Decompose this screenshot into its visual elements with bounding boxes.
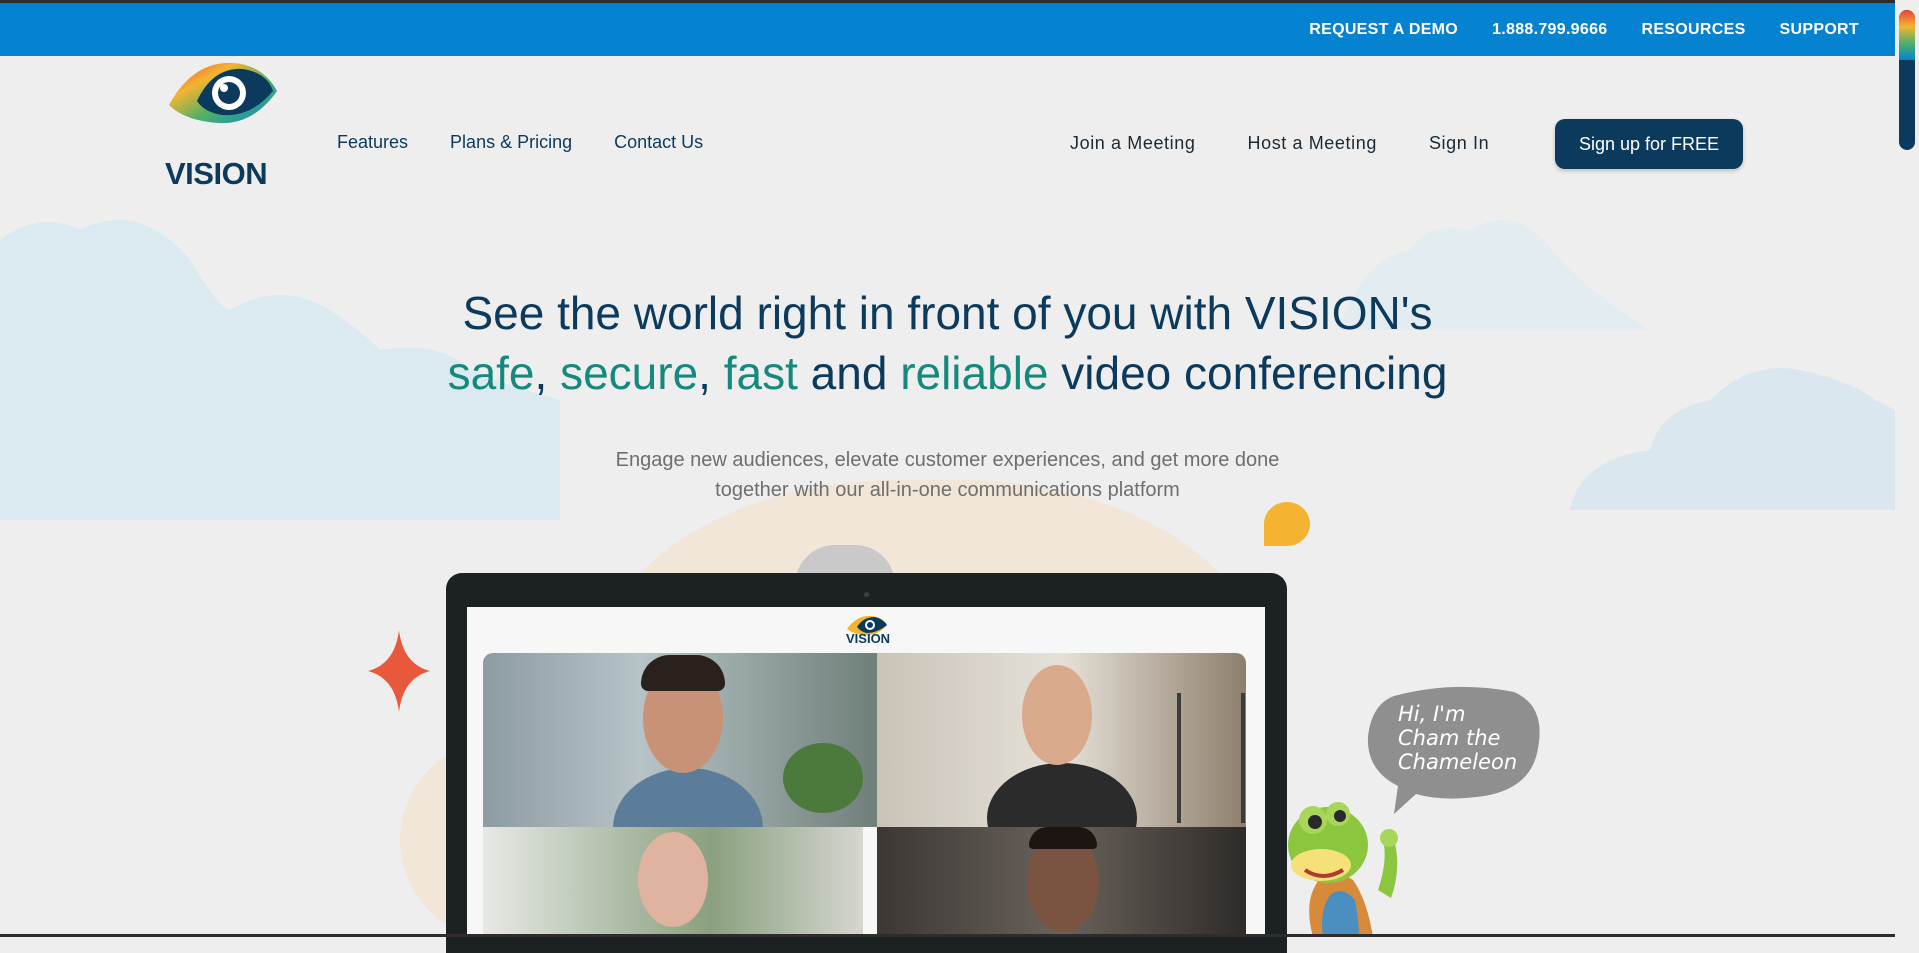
nav-features[interactable]: Features	[337, 132, 408, 153]
logo-wordmark[interactable]: VISION	[165, 156, 268, 192]
main-nav: Features Plans & Pricing Contact Us	[337, 132, 703, 153]
sign-in-link[interactable]: Sign In	[1429, 133, 1489, 154]
mascot-speech-text: Hi, I'm Cham the Chameleon	[1398, 702, 1518, 774]
host-meeting-link[interactable]: Host a Meeting	[1247, 133, 1376, 154]
nav-plans-pricing[interactable]: Plans & Pricing	[450, 132, 572, 153]
video-tile-4[interactable]	[877, 827, 1246, 937]
participant-avatar	[987, 763, 1137, 827]
heading-rest: video conferencing	[1048, 347, 1448, 399]
hero-heading-line2: safe, secure, fast and reliable video co…	[0, 343, 1895, 403]
nav-contact-us[interactable]: Contact Us	[614, 132, 703, 153]
video-tile-3[interactable]	[483, 827, 863, 937]
subheading-line2: together with our all-in-one communicati…	[715, 479, 1180, 501]
word-fast: fast	[723, 347, 798, 399]
chameleon-mascot-icon[interactable]	[1283, 790, 1413, 937]
scrollbar-track[interactable]	[1895, 0, 1919, 937]
resources-link[interactable]: RESOURCES	[1641, 21, 1745, 39]
participant-head	[1022, 665, 1092, 765]
comma: ,	[534, 347, 561, 399]
comma: ,	[698, 347, 724, 399]
utility-bar: REQUEST A DEMO 1.888.799.9666 RESOURCES …	[0, 0, 1895, 56]
request-demo-link[interactable]: REQUEST A DEMO	[1309, 21, 1458, 39]
subheading-line1: Engage new audiences, elevate customer e…	[615, 449, 1280, 471]
yellow-chat-bubble-icon	[1264, 502, 1310, 546]
scrollbar-thumb[interactable]	[1899, 10, 1915, 150]
screen-logo-text: VISION	[846, 631, 891, 646]
hero-subheading: Engage new audiences, elevate customer e…	[0, 445, 1895, 505]
sparkle-icon	[368, 630, 430, 712]
participant-hair	[641, 655, 725, 691]
word-safe: safe	[447, 347, 535, 399]
plant	[783, 743, 863, 813]
word-and: and	[797, 347, 901, 399]
support-link[interactable]: SUPPORT	[1780, 21, 1859, 39]
account-nav: Join a Meeting Host a Meeting Sign In	[1070, 133, 1489, 154]
hero-heading: See the world right in front of you with…	[0, 283, 1895, 403]
word-secure: secure	[560, 347, 699, 399]
participant-hair	[1029, 827, 1097, 849]
video-tile-1[interactable]	[483, 653, 877, 827]
join-meeting-link[interactable]: Join a Meeting	[1070, 133, 1195, 154]
shelf	[1177, 693, 1245, 823]
word-reliable: reliable	[900, 347, 1049, 399]
camera-icon	[864, 592, 869, 597]
participant-head	[638, 832, 708, 927]
video-tile-2[interactable]	[877, 653, 1246, 827]
utility-links: REQUEST A DEMO 1.888.799.9666 RESOURCES …	[1309, 3, 1859, 56]
vision-eye-logo-icon[interactable]	[163, 47, 283, 137]
sign-up-button[interactable]: Sign up for FREE	[1555, 119, 1743, 169]
participant-avatar	[613, 768, 763, 827]
hero-heading-line1: See the world right in front of you with…	[462, 287, 1433, 339]
phone-link[interactable]: 1.888.799.9666	[1492, 21, 1607, 39]
